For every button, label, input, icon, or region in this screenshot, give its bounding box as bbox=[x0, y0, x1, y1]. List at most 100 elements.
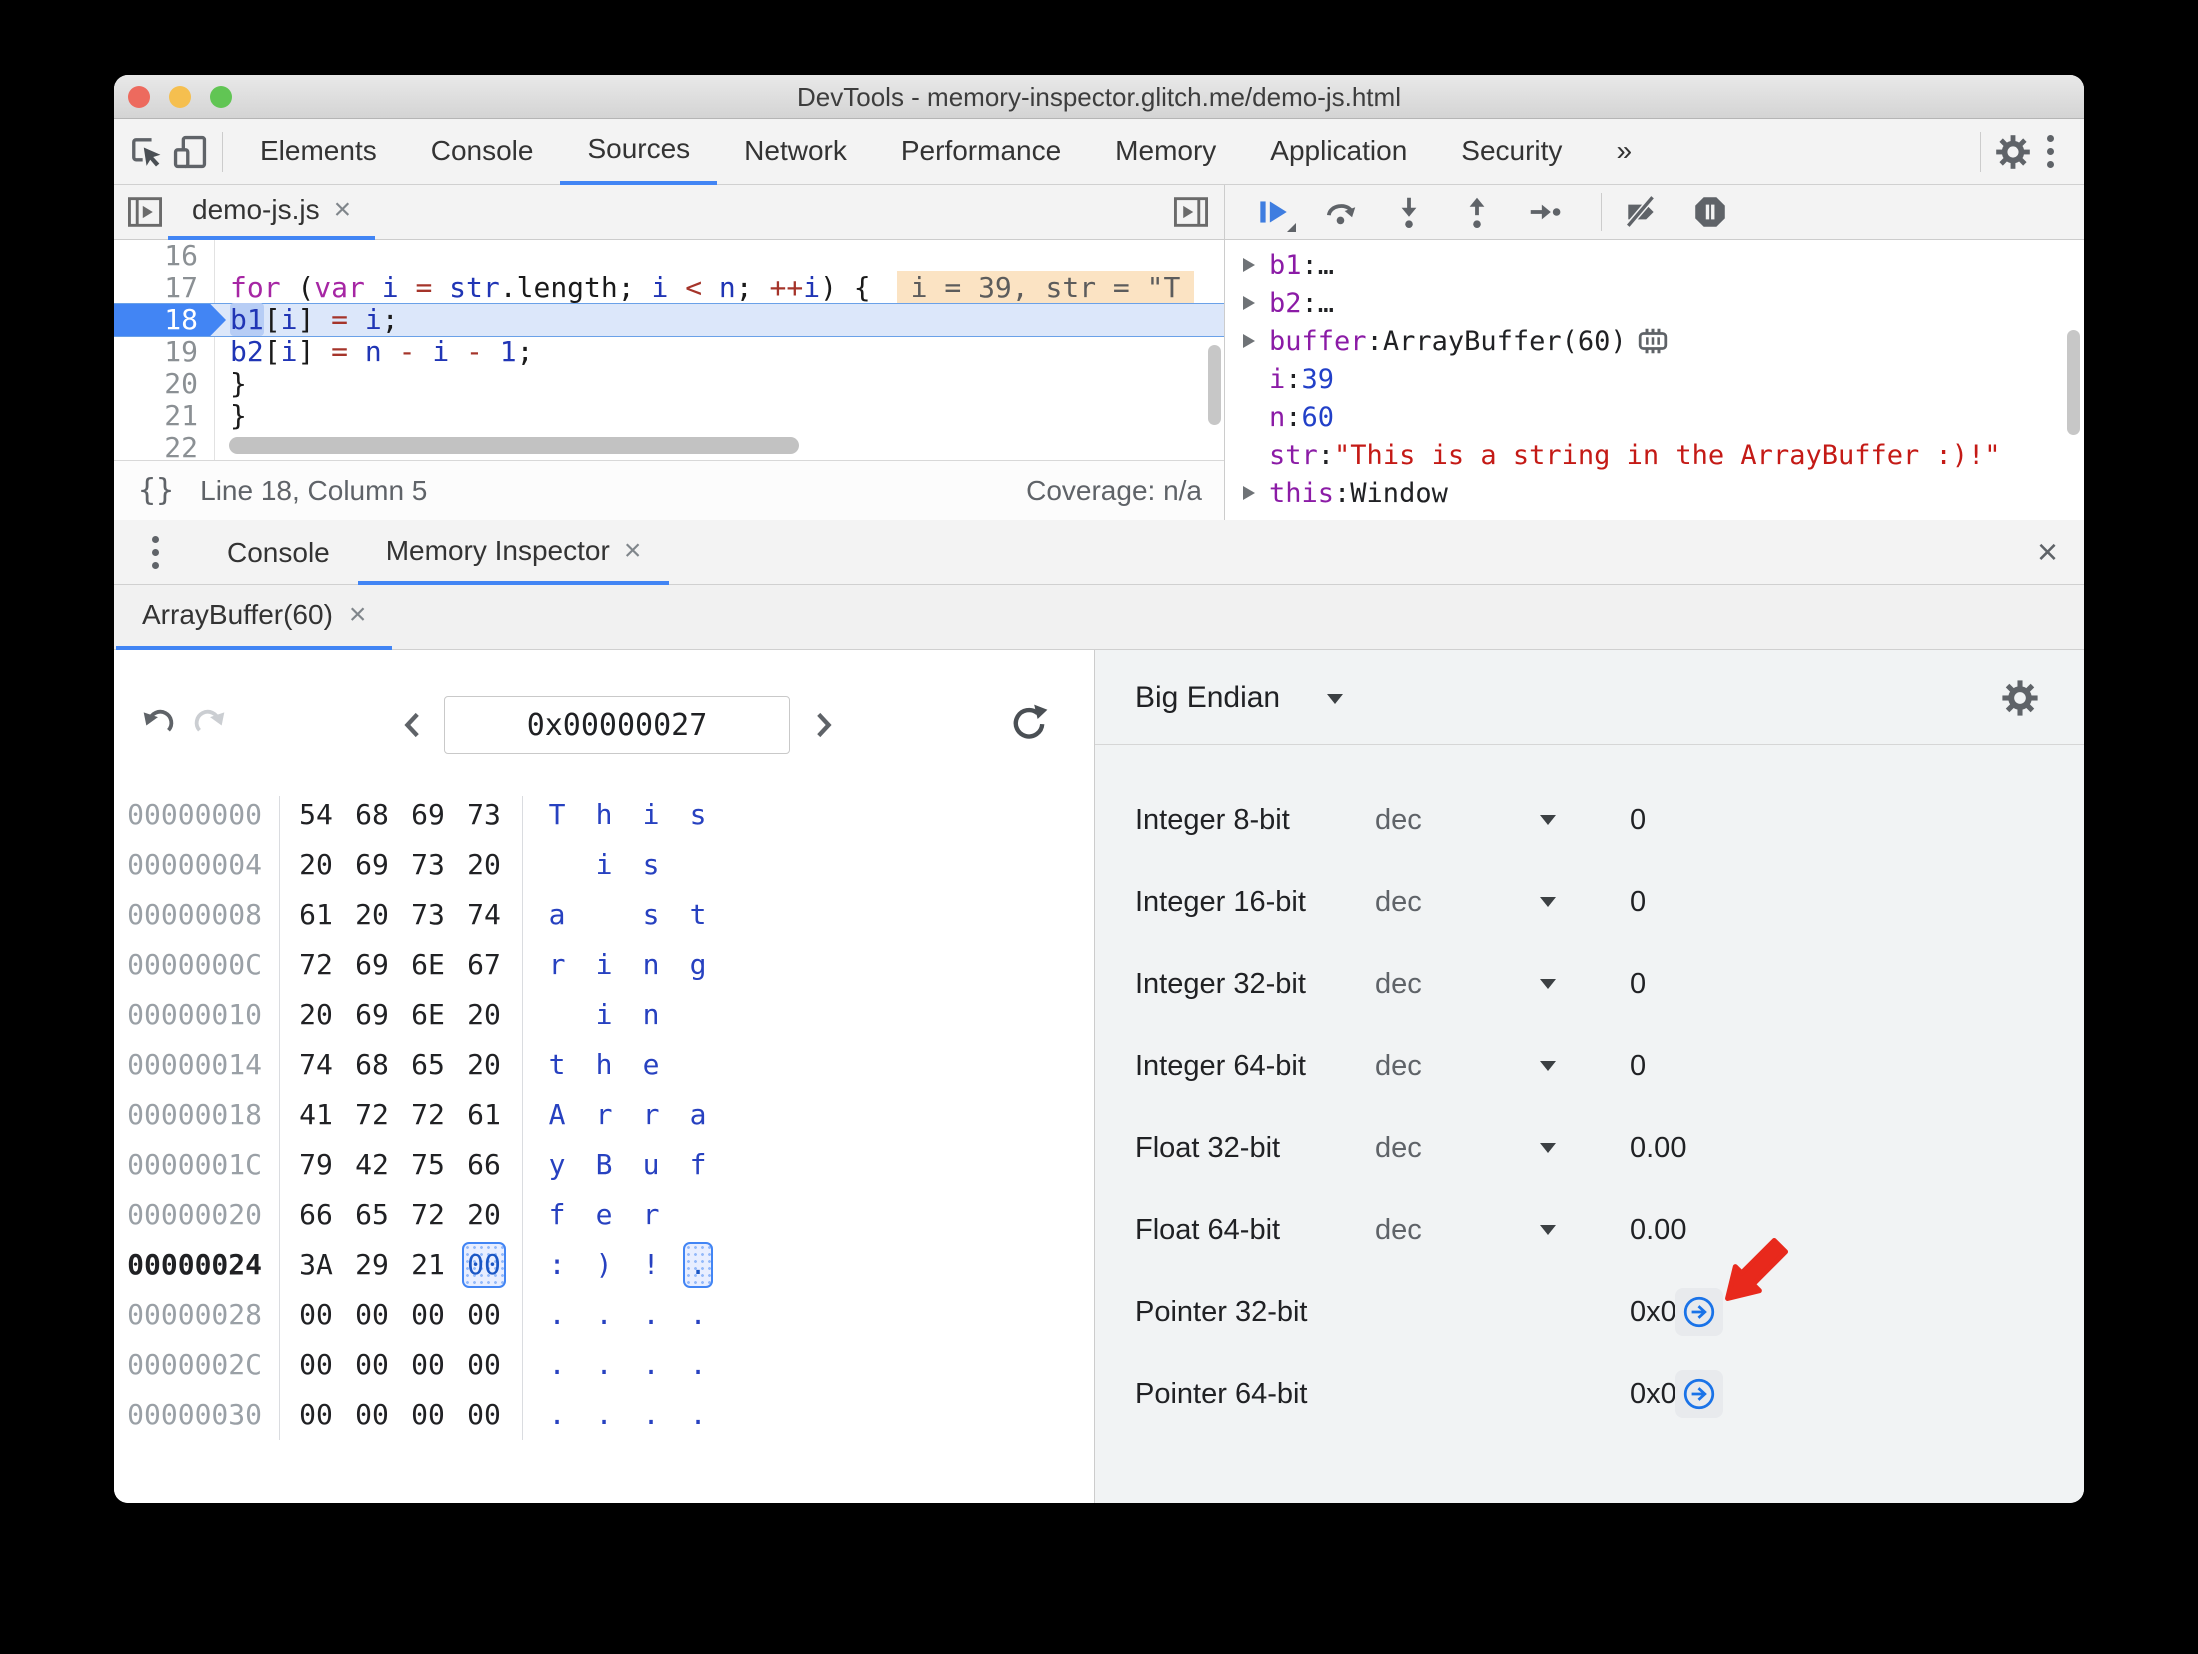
step-over-button[interactable] bbox=[1315, 189, 1367, 235]
ascii-char[interactable]: n bbox=[636, 990, 666, 1040]
hex-byte[interactable]: 00 bbox=[350, 1390, 394, 1440]
line-number[interactable]: 22 bbox=[114, 432, 214, 460]
scope-row[interactable]: buffer: ArrayBuffer(60) bbox=[1225, 322, 2084, 360]
hex-byte[interactable]: 72 bbox=[406, 1190, 450, 1240]
format-select[interactable]: dec bbox=[1375, 1025, 1422, 1107]
scope-row[interactable]: i: 39 bbox=[1225, 360, 2084, 398]
tab-performance[interactable]: Performance bbox=[874, 119, 1088, 185]
hex-byte[interactable]: 41 bbox=[294, 1090, 338, 1140]
ascii-char[interactable]: n bbox=[636, 940, 666, 990]
hex-byte[interactable]: 73 bbox=[462, 790, 506, 840]
expand-triangle-icon[interactable] bbox=[1243, 258, 1255, 272]
chevron-down-icon[interactable] bbox=[1540, 979, 1556, 989]
ascii-char[interactable]: A bbox=[542, 1090, 572, 1140]
ascii-char[interactable]: y bbox=[542, 1140, 572, 1190]
ascii-char[interactable]: r bbox=[636, 1090, 666, 1140]
ascii-char[interactable]: h bbox=[589, 1040, 619, 1090]
hex-byte[interactable]: 20 bbox=[294, 990, 338, 1040]
ascii-char[interactable]: s bbox=[636, 890, 666, 940]
hex-byte[interactable]: 66 bbox=[294, 1190, 338, 1240]
ascii-char[interactable]: . bbox=[636, 1340, 666, 1390]
ascii-char[interactable]: ! bbox=[636, 1240, 666, 1290]
ascii-char[interactable]: r bbox=[589, 1090, 619, 1140]
line-number[interactable]: 20 bbox=[114, 368, 214, 400]
ascii-char[interactable]: f bbox=[542, 1190, 572, 1240]
ascii-char[interactable]: ) bbox=[589, 1240, 619, 1290]
tab-application[interactable]: Application bbox=[1243, 119, 1434, 185]
hex-byte[interactable]: 72 bbox=[294, 940, 338, 990]
hex-byte[interactable]: 74 bbox=[462, 890, 506, 940]
toggle-navigator-sidebar-icon[interactable] bbox=[122, 189, 168, 235]
ascii-char[interactable]: t bbox=[683, 890, 713, 940]
hex-byte[interactable]: 54 bbox=[294, 790, 338, 840]
ascii-char[interactable]: r bbox=[636, 1190, 666, 1240]
scope-row[interactable]: n: 60 bbox=[1225, 398, 2084, 436]
ascii-char[interactable]: . bbox=[683, 1290, 713, 1340]
hex-byte[interactable]: 72 bbox=[350, 1090, 394, 1140]
scope-vertical-scrollbar[interactable] bbox=[2067, 330, 2080, 435]
hex-byte[interactable]: 65 bbox=[350, 1190, 394, 1240]
scope-row[interactable]: this: Window bbox=[1225, 474, 2084, 512]
hex-byte[interactable]: 00 bbox=[406, 1390, 450, 1440]
chevron-down-icon[interactable] bbox=[1540, 1225, 1556, 1235]
ascii-char[interactable]: s bbox=[683, 790, 713, 840]
endianness-select[interactable]: Big Endian bbox=[1135, 650, 1280, 745]
file-tab-demo-js[interactable]: demo-js.js × bbox=[168, 185, 376, 240]
hex-byte[interactable]: 65 bbox=[406, 1040, 450, 1090]
hex-byte[interactable]: 6E bbox=[406, 940, 450, 990]
next-page-chevron-icon[interactable] bbox=[806, 708, 840, 742]
hex-byte[interactable]: 20 bbox=[350, 890, 394, 940]
chevron-down-icon[interactable] bbox=[1540, 1143, 1556, 1153]
inspect-element-icon[interactable] bbox=[124, 130, 168, 174]
tab-memory[interactable]: Memory bbox=[1088, 119, 1243, 185]
hex-byte[interactable]: 68 bbox=[350, 790, 394, 840]
hex-byte[interactable]: 29 bbox=[350, 1240, 394, 1290]
hex-byte[interactable]: 20 bbox=[462, 840, 506, 890]
format-select[interactable]: dec bbox=[1375, 861, 1422, 943]
tab-console[interactable]: Console bbox=[404, 119, 561, 185]
refresh-icon[interactable] bbox=[1006, 700, 1052, 746]
hex-byte[interactable]: 73 bbox=[406, 890, 450, 940]
hex-byte[interactable]: 00 bbox=[462, 1242, 506, 1288]
ascii-char[interactable]: e bbox=[636, 1040, 666, 1090]
hex-byte[interactable]: 72 bbox=[406, 1090, 450, 1140]
tab-security[interactable]: Security bbox=[1434, 119, 1589, 185]
ascii-char[interactable]: u bbox=[636, 1140, 666, 1190]
close-drawer-tab-icon[interactable]: × bbox=[624, 521, 642, 580]
format-select[interactable]: dec bbox=[1375, 779, 1422, 861]
tab-network[interactable]: Network bbox=[717, 119, 874, 185]
ascii-char[interactable]: e bbox=[589, 1190, 619, 1240]
hex-byte[interactable]: 20 bbox=[462, 990, 506, 1040]
deactivate-breakpoints-button[interactable] bbox=[1616, 189, 1668, 235]
expand-triangle-icon[interactable] bbox=[1243, 486, 1255, 500]
drawer-menu-icon[interactable] bbox=[140, 530, 171, 575]
previous-page-chevron-icon[interactable] bbox=[396, 708, 430, 742]
ascii-char[interactable]: h bbox=[589, 790, 619, 840]
format-select[interactable]: dec bbox=[1375, 1107, 1422, 1189]
close-buffer-tab-icon[interactable]: × bbox=[349, 598, 367, 632]
step-button[interactable] bbox=[1519, 189, 1571, 235]
hex-byte[interactable]: 00 bbox=[406, 1340, 450, 1390]
devtools-menu-icon[interactable] bbox=[2035, 129, 2066, 174]
hex-byte[interactable]: 6E bbox=[406, 990, 450, 1040]
tab-sources[interactable]: Sources bbox=[560, 119, 718, 185]
hex-byte[interactable]: 69 bbox=[350, 990, 394, 1040]
jump-to-pointer-button[interactable] bbox=[1675, 1370, 1723, 1418]
address-input[interactable] bbox=[444, 696, 790, 754]
hex-byte[interactable]: 69 bbox=[350, 940, 394, 990]
ascii-char[interactable]: a bbox=[683, 1090, 713, 1140]
toggle-debugger-sidebar-icon[interactable] bbox=[1168, 189, 1214, 235]
hex-byte[interactable]: 69 bbox=[406, 790, 450, 840]
expand-triangle-icon[interactable] bbox=[1243, 296, 1255, 310]
more-tabs-chevron[interactable]: » bbox=[1589, 119, 1659, 185]
hex-byte[interactable]: 00 bbox=[294, 1290, 338, 1340]
chevron-down-icon[interactable] bbox=[1540, 815, 1556, 825]
ascii-char[interactable]: . bbox=[683, 1390, 713, 1440]
ascii-char[interactable]: T bbox=[542, 790, 572, 840]
line-number[interactable]: 17 bbox=[114, 272, 214, 304]
format-select[interactable]: dec bbox=[1375, 943, 1422, 1025]
hex-byte[interactable]: 68 bbox=[350, 1040, 394, 1090]
ascii-char[interactable]: r bbox=[542, 940, 572, 990]
hex-byte[interactable]: 74 bbox=[294, 1040, 338, 1090]
hex-byte[interactable]: 20 bbox=[462, 1040, 506, 1090]
